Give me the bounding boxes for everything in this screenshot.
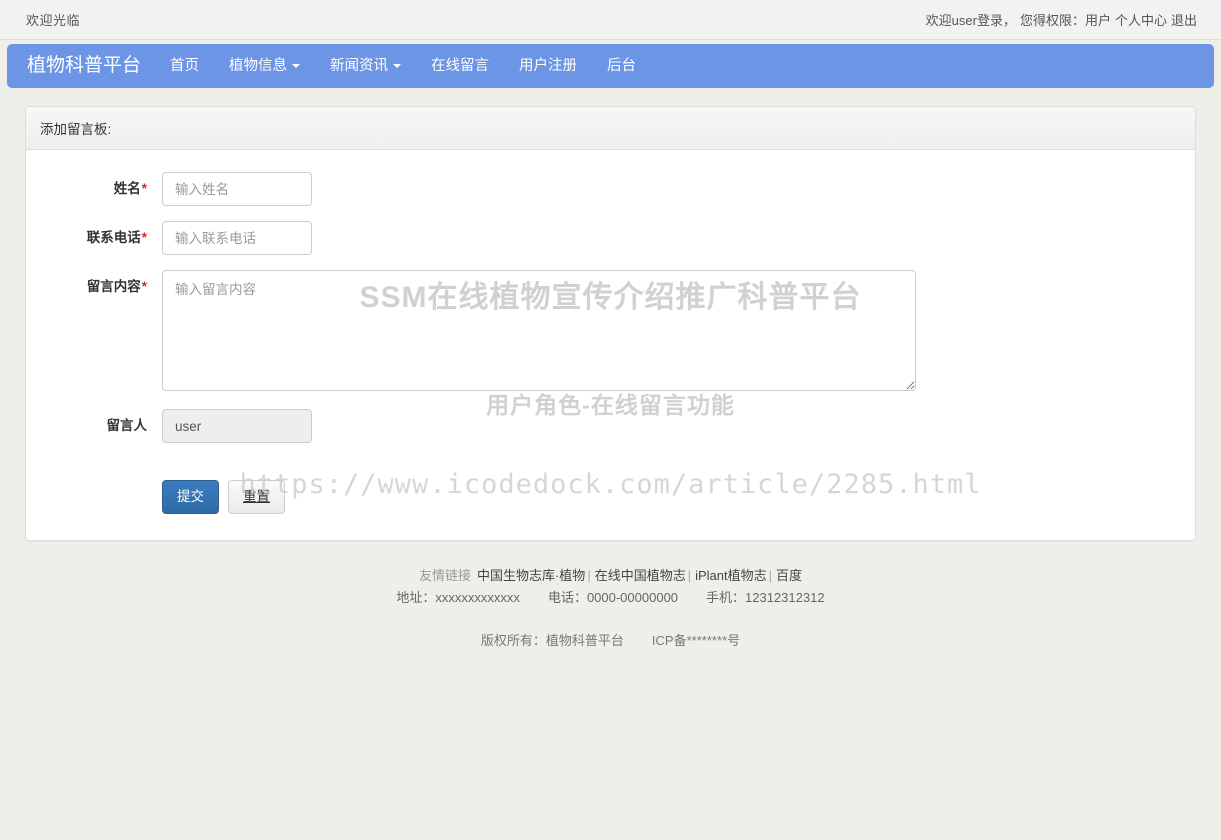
form-row-phone: 联系电话* [40, 221, 1181, 255]
label-text: 姓名 [113, 181, 141, 196]
site-brand[interactable]: 植物科普平台 [21, 44, 155, 88]
name-input[interactable] [162, 172, 312, 206]
panel-heading: 添加留言板: [26, 107, 1195, 150]
content-textarea[interactable] [162, 270, 916, 391]
message-form-panel: 添加留言板: 姓名* 联系电话* [25, 106, 1196, 541]
nav-item-news[interactable]: 新闻资讯 [315, 44, 416, 88]
nav-label: 在线留言 [431, 58, 490, 74]
form-row-name: 姓名* [40, 172, 1181, 206]
page-footer: 源码码头 友情链接中国生物志库·植物|在线中国植物志|iPlant植物志|百度 … [25, 565, 1196, 652]
nav-label: 用户注册 [519, 58, 578, 74]
form-row-actions: 提交 重置 [40, 458, 1181, 514]
friend-link-biology-db[interactable]: 中国生物志库·植物 [477, 568, 585, 583]
friend-link-iplant[interactable]: iPlant植物志 [695, 568, 767, 583]
nav-label: 后台 [607, 58, 637, 74]
top-bar: 欢迎光临 欢迎user登录， 您得权限：用户 个人中心 退出 [0, 0, 1221, 40]
field-wrap-name [162, 172, 1181, 206]
form-row-author: 留言人 [40, 409, 1181, 443]
link-separator: | [687, 568, 692, 583]
label-actions-spacer [40, 458, 162, 465]
user-greeting: 欢迎user登录， [925, 13, 1016, 28]
user-role-label: 您得权限：用户 [1019, 13, 1111, 28]
label-name: 姓名* [40, 172, 162, 199]
main-container: 添加留言板: 姓名* 联系电话* [25, 106, 1196, 652]
form-row-content: 留言内容* [40, 270, 1181, 391]
navbar-container: 植物科普平台 首页 植物信息 新闻资讯 在线留言 用户注册 后台 [0, 44, 1221, 88]
chevron-down-icon [393, 64, 402, 68]
nav-label: 植物信息 [229, 58, 288, 74]
friend-links-label: 友情链接 [418, 568, 471, 583]
label-author: 留言人 [40, 409, 162, 436]
actions-wrap: 提交 重置 [162, 458, 1181, 514]
submit-button[interactable]: 提交 [162, 480, 219, 514]
welcome-text: 欢迎光临 [26, 13, 81, 28]
nav-item-admin[interactable]: 后台 [592, 44, 651, 88]
friend-link-online-flora[interactable]: 在线中国植物志 [595, 568, 686, 583]
required-marker: * [141, 230, 147, 245]
panel-body: 姓名* 联系电话* 留言内容* [26, 150, 1195, 540]
link-separator: | [587, 568, 591, 583]
footer-copyright: 版权所有：植物科普平台 [480, 633, 624, 648]
main-navigation: 植物科普平台 首页 植物信息 新闻资讯 在线留言 用户注册 后台 [7, 44, 1214, 88]
message-board-form: 姓名* 联系电话* 留言内容* [40, 172, 1181, 514]
nav-item-plant-info[interactable]: 植物信息 [214, 44, 315, 88]
link-separator: | [768, 568, 773, 583]
label-text: 留言人 [106, 418, 148, 433]
nav-item-list: 首页 植物信息 新闻资讯 在线留言 用户注册 后台 [155, 44, 651, 88]
footer-icp: ICP备********号 [651, 633, 741, 648]
reset-button[interactable]: 重置 [228, 480, 285, 514]
nav-label: 首页 [170, 58, 200, 74]
field-wrap-phone [162, 221, 1181, 255]
contact-row: 地址：xxxxxxxxxxxxx 电话：0000-00000000 手机：12312… [25, 587, 1196, 609]
nav-item-home[interactable]: 首页 [155, 44, 214, 88]
friend-links-row: 友情链接 中国生物志库·植物 | 在线中国植物志 | iPlant植物志 | 百度 [25, 565, 1196, 587]
logout-link[interactable]: 退出 [1171, 13, 1197, 28]
required-marker: * [141, 181, 147, 196]
footer-tel: 电话：0000-00000000 [547, 590, 679, 605]
author-input[interactable] [162, 409, 312, 443]
user-info-bar: 欢迎user登录， 您得权限：用户 个人中心 退出 [926, 10, 1197, 29]
copyright-row: 版权所有：植物科普平台 ICP备********号 [25, 630, 1196, 652]
button-row: 提交 重置 [162, 480, 1181, 514]
required-marker: * [141, 279, 147, 294]
label-text: 联系电话 [86, 230, 141, 245]
label-content: 留言内容* [40, 270, 162, 297]
nav-item-register[interactable]: 用户注册 [504, 44, 592, 88]
footer-mobile: 手机：12312312312 [706, 590, 825, 605]
profile-center-link[interactable]: 个人中心 [1115, 13, 1167, 28]
label-phone: 联系电话* [40, 221, 162, 248]
nav-item-message-board[interactable]: 在线留言 [416, 44, 504, 88]
chevron-down-icon [292, 64, 301, 68]
field-wrap-content [162, 270, 1181, 391]
field-wrap-author [162, 409, 1181, 443]
nav-label: 新闻资讯 [330, 58, 389, 74]
friend-link-baidu[interactable]: 百度 [776, 568, 802, 583]
phone-input[interactable] [162, 221, 312, 255]
footer-address: 地址：xxxxxxxxxxxxx [396, 590, 520, 605]
label-text: 留言内容 [86, 279, 141, 294]
